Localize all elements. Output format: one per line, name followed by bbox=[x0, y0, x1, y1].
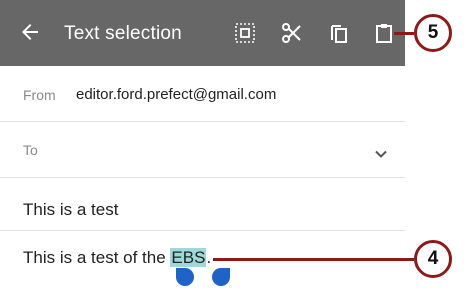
cut-icon[interactable] bbox=[280, 21, 304, 45]
body-text-end: . bbox=[206, 248, 212, 267]
app-bar-title: Text selection bbox=[64, 23, 182, 44]
from-address[interactable]: editor.ford.prefect@gmail.com bbox=[76, 86, 276, 103]
selection-handle-start[interactable] bbox=[176, 268, 194, 286]
email-compose-screen: Text selection From editor.ford.prefect@… bbox=[0, 0, 405, 290]
callout-5: 5 bbox=[414, 14, 452, 52]
selected-text[interactable]: EBS bbox=[170, 248, 207, 267]
back-arrow-icon[interactable] bbox=[18, 20, 42, 44]
selection-handle-end[interactable] bbox=[212, 268, 230, 286]
subject-row[interactable]: This is a test bbox=[0, 178, 405, 231]
body-text: This is a test of the bbox=[23, 248, 171, 267]
paste-icon[interactable] bbox=[372, 21, 396, 45]
callout-5-line bbox=[394, 32, 414, 35]
from-label: From bbox=[23, 87, 56, 103]
select-all-icon[interactable] bbox=[233, 21, 257, 45]
message-body[interactable]: This is a test of the EBS. bbox=[23, 248, 211, 268]
chevron-down-icon[interactable] bbox=[373, 146, 389, 162]
text-selection-app-bar: Text selection bbox=[0, 0, 405, 66]
from-row: From editor.ford.prefect@gmail.com bbox=[0, 66, 405, 122]
to-field[interactable]: To bbox=[23, 142, 38, 158]
callout-4: 4 bbox=[414, 240, 452, 278]
callout-4-line bbox=[213, 258, 414, 261]
to-row[interactable]: To bbox=[0, 122, 405, 178]
copy-icon[interactable] bbox=[327, 21, 351, 45]
subject-field[interactable]: This is a test bbox=[23, 200, 118, 220]
